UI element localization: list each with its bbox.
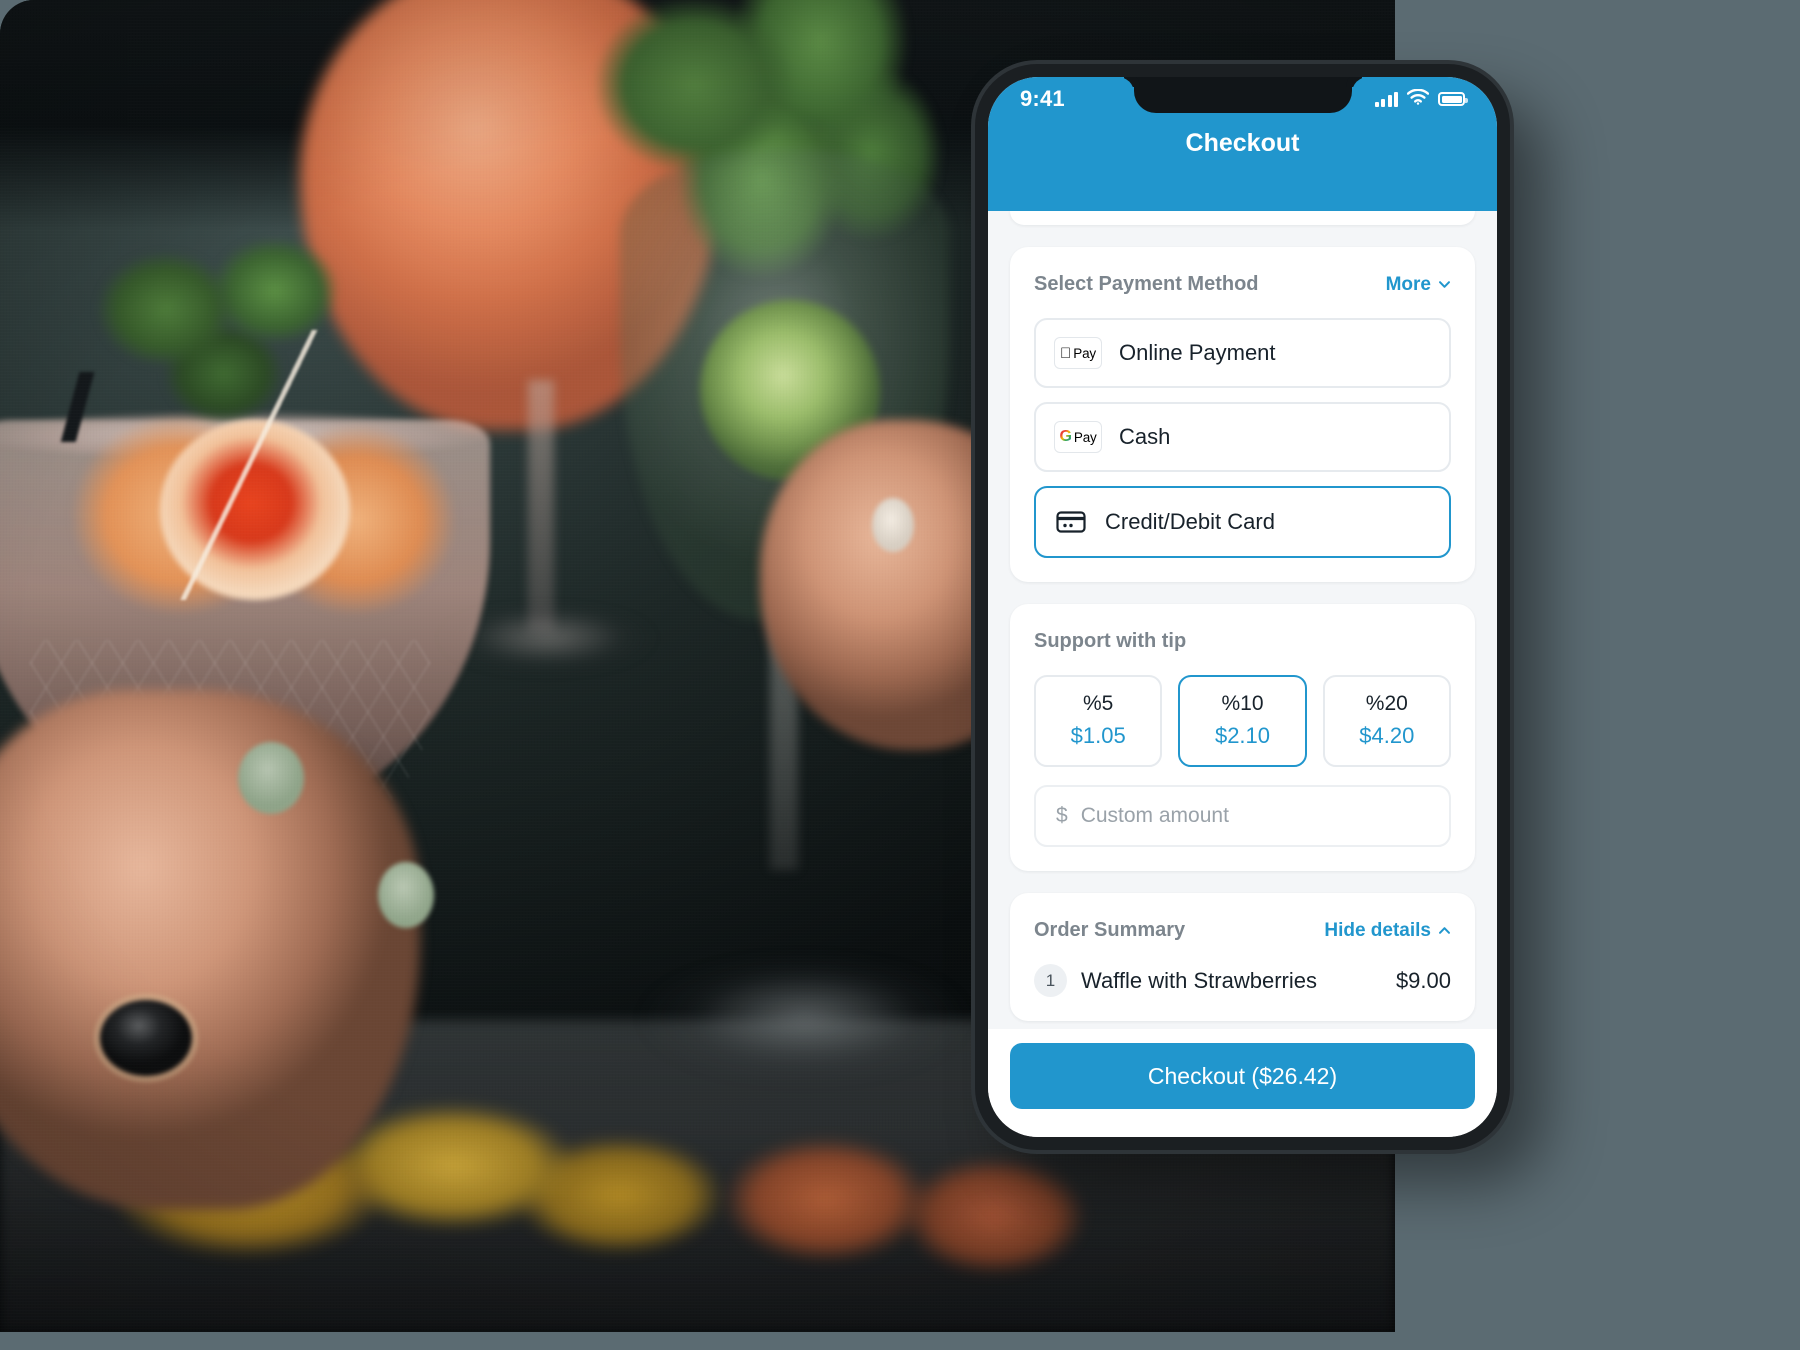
phone-screen: 9:41 Checkout Select Payment Method More… bbox=[988, 77, 1497, 1137]
tip-percent: %10 bbox=[1221, 692, 1264, 715]
screenshot-canvas: 9:41 Checkout Select Payment Method More… bbox=[0, 0, 1800, 1350]
apple-pay-badge-text: Pay bbox=[1067, 345, 1096, 361]
payment-option-label: Credit/Debit Card bbox=[1105, 509, 1275, 534]
tip-amount: $4.20 bbox=[1359, 723, 1415, 748]
tip-option-20[interactable]: %20 $4.20 bbox=[1322, 675, 1451, 767]
hide-details-button[interactable]: Hide details bbox=[1324, 920, 1451, 942]
order-item-row: 1 Waffle with Strawberries $9.00 bbox=[1034, 964, 1451, 997]
payment-method-card: Select Payment Method More Pay Online Pa… bbox=[1010, 247, 1475, 582]
payment-option-online-payment[interactable]: Pay Online Payment bbox=[1034, 318, 1451, 388]
payment-option-label: Cash bbox=[1119, 424, 1171, 449]
chevron-down-icon bbox=[1438, 278, 1451, 291]
tip-percent: %20 bbox=[1365, 692, 1408, 715]
payment-option-cash[interactable]: G Pay Cash bbox=[1034, 402, 1451, 472]
item-name: Waffle with Strawberries bbox=[1081, 967, 1317, 993]
more-label: More bbox=[1385, 273, 1431, 295]
signal-bars-icon bbox=[1374, 91, 1398, 107]
hide-details-label: Hide details bbox=[1324, 919, 1431, 941]
tip-option-5[interactable]: %5 $1.05 bbox=[1034, 675, 1163, 767]
status-bar: 9:41 bbox=[988, 77, 1497, 121]
tip-options: %5 $1.05 %10 $2.10 %20 $4.20 bbox=[1034, 675, 1451, 767]
currency-symbol-icon: $ bbox=[1056, 804, 1068, 827]
payment-option-credit-debit-card[interactable]: Credit/Debit Card bbox=[1034, 486, 1451, 558]
tip-amount: $1.05 bbox=[1070, 723, 1126, 748]
app-header: 9:41 Checkout bbox=[988, 77, 1497, 211]
order-summary-title: Order Summary bbox=[1034, 919, 1186, 941]
payment-section-title: Select Payment Method bbox=[1034, 273, 1259, 295]
item-price: $9.00 bbox=[1395, 967, 1451, 993]
google-pay-badge-mark: G bbox=[1059, 428, 1072, 445]
phone-mockup: 9:41 Checkout Select Payment Method More… bbox=[975, 64, 1510, 1150]
scroll-body[interactable]: Select Payment Method More Pay Online Pa… bbox=[988, 211, 1497, 1029]
battery-icon bbox=[1438, 92, 1468, 106]
tip-amount: $2.10 bbox=[1214, 723, 1271, 748]
tip-section-title: Support with tip bbox=[1034, 630, 1187, 652]
item-quantity-badge: 1 bbox=[1034, 964, 1067, 997]
page-title: Checkout bbox=[1185, 129, 1300, 157]
chevron-up-icon bbox=[1438, 924, 1451, 937]
custom-tip-placeholder: Custom amount bbox=[1080, 804, 1229, 827]
custom-tip-input[interactable]: $ Custom amount bbox=[1034, 785, 1451, 847]
more-payment-methods-button[interactable]: More bbox=[1386, 274, 1451, 296]
tip-option-10[interactable]: %10 $2.10 bbox=[1178, 675, 1307, 767]
apple-pay-icon: Pay bbox=[1054, 337, 1102, 369]
google-pay-icon: G Pay bbox=[1054, 421, 1102, 453]
credit-card-icon bbox=[1054, 505, 1088, 539]
checkout-button[interactable]: Checkout ($26.42) bbox=[1010, 1043, 1475, 1109]
order-summary-card: Order Summary Hide details 1 Waffle with… bbox=[1010, 893, 1475, 1021]
checkout-footer: Checkout ($26.42) bbox=[988, 1029, 1497, 1137]
status-bar-time: 9:41 bbox=[1020, 86, 1065, 111]
wifi-icon bbox=[1406, 88, 1430, 110]
tip-card: Support with tip %5 $1.05 %10 $2.10 %20 bbox=[1010, 604, 1475, 871]
tip-percent: %5 bbox=[1082, 692, 1114, 715]
previous-card-peek bbox=[1010, 211, 1475, 225]
payment-option-label: Online Payment bbox=[1119, 340, 1276, 365]
google-pay-badge-text: Pay bbox=[1073, 429, 1097, 445]
